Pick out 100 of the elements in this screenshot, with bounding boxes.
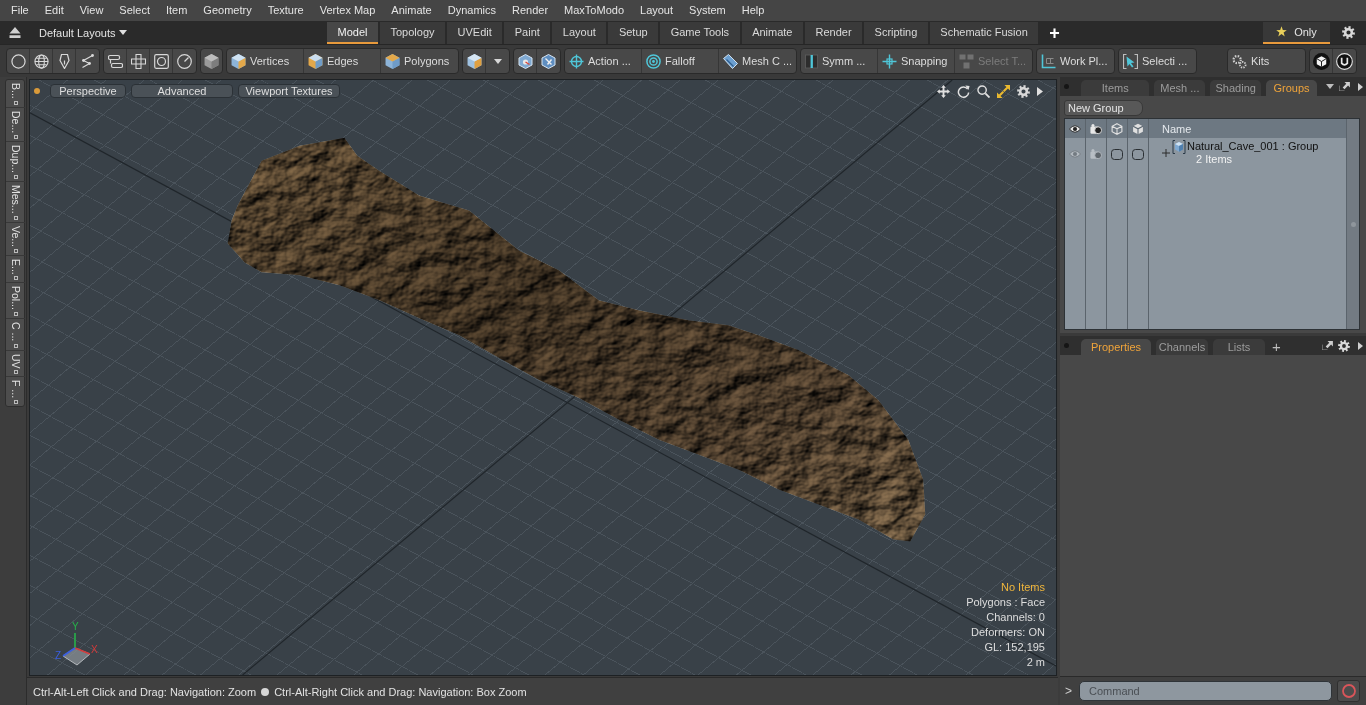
triangle-icon[interactable] [1358,82,1363,91]
triangle-icon[interactable] [1037,86,1043,96]
panel-tab[interactable]: Items [1081,80,1150,96]
layout-tab[interactable]: Game Tools [660,21,740,44]
caret-icon[interactable] [1326,84,1334,89]
command-field[interactable]: Command [1079,681,1332,701]
menu-item[interactable]: Vertex Map [311,0,384,21]
layout-tab[interactable]: Layout [552,21,607,44]
toolbox-tab[interactable]: Mes... [6,181,25,223]
component-mode-button[interactable]: Polygons [381,49,458,73]
scroll-grip-icon[interactable] [1350,221,1356,227]
cube-gizmo-icon [541,53,556,69]
toolbox-tab[interactable]: Pol... [6,283,25,320]
search-icon[interactable] [977,84,990,98]
layouts-dropdown[interactable]: Default Layouts [39,22,128,43]
layout-tab[interactable]: Model [327,21,378,44]
menu-item[interactable]: Dynamics [439,0,504,21]
kits-button[interactable]: Kits [1227,48,1306,74]
expand-icon[interactable] [1339,82,1350,91]
curve-nodes-icon [80,53,95,69]
menu-item[interactable]: File [3,0,37,21]
mode-toggle-button[interactable]: Snapping [878,49,955,73]
menu-item[interactable]: Geometry [195,0,260,21]
add-tab-button[interactable]: + [1272,339,1281,355]
viewport-stat: No Items [1001,580,1045,595]
cube-icon[interactable] [1132,122,1144,135]
menu-item[interactable]: Item [157,0,196,21]
layout-tab[interactable]: Topology [379,21,445,44]
eye-icon[interactable] [1069,122,1081,135]
add-tab-button[interactable]: + [1049,21,1060,44]
tool-button[interactable]: Falloff [642,49,719,73]
toggle-box-icon[interactable] [1132,148,1144,160]
panel-tab[interactable]: Shading [1210,80,1262,96]
rotate-icon[interactable] [957,84,970,98]
scrollbar[interactable] [1346,119,1359,329]
viewport-option-button[interactable]: Viewport Textures [238,84,340,98]
toolbox-tab[interactable]: UV [6,350,25,378]
corner-square-icon [13,343,18,348]
layout-tab[interactable]: Paint [504,21,551,44]
toolbox-tab[interactable]: C ... [6,319,25,351]
record-button[interactable] [1337,680,1360,702]
toolbox-tab[interactable]: E... [6,255,25,284]
toggle-box-icon[interactable] [1111,148,1123,160]
menu-item[interactable]: Help [733,0,773,21]
layout-tab[interactable]: Setup [608,21,659,44]
layout-tab[interactable]: Schematic Fusion [929,21,1039,44]
panel-tab[interactable]: Lists [1213,339,1265,355]
layout-tab[interactable]: Render [805,21,863,44]
tool-button[interactable]: Selecti ... [1118,48,1197,74]
menu-item[interactable]: MaxToModo [556,0,632,21]
panel-tab[interactable]: Properties [1081,339,1151,355]
settings-icon[interactable] [1338,339,1350,352]
panel-tab[interactable]: Mesh ... [1154,80,1206,96]
tool-button[interactable] [1310,49,1333,73]
cube-outline-icon[interactable] [1111,122,1123,135]
camera-icon[interactable] [1090,122,1102,135]
panel-tab[interactable]: Channels [1156,339,1208,355]
component-mode-button[interactable]: Vertices [227,49,304,73]
mode-toggle-button[interactable]: Symm ... [801,49,878,73]
column-header[interactable]: Name [1162,122,1192,135]
settings-icon[interactable] [1342,26,1355,39]
toolbox-tab[interactable]: Dup... [6,141,25,182]
menu-item[interactable]: Select [111,0,158,21]
component-mode-button[interactable]: Edges [304,49,381,73]
menu-item[interactable]: Edit [36,0,72,21]
toolbox-tab[interactable]: B... [6,80,25,108]
viewport-stat: Deformers: ON [971,625,1045,640]
menu-item[interactable]: Render [504,0,557,21]
triangle-icon[interactable] [1358,341,1363,350]
toolbox-tab[interactable]: Ve... [6,222,25,256]
menu-item[interactable]: Layout [632,0,682,21]
tool-button[interactable]: Action ... [565,49,642,73]
layout-tab[interactable]: Animate [741,21,803,44]
eject-icon[interactable] [9,27,21,38]
new-group-button[interactable]: New Group [1064,100,1143,116]
layout-tab[interactable]: Scripting [864,21,928,44]
maximize-icon[interactable] [997,84,1010,98]
tool-button[interactable]: Work Pl... [1036,48,1115,74]
crosshair-icon [569,53,584,69]
toolbox-tab[interactable]: F ... [6,377,25,407]
group-name[interactable]: Natural_Cave_001 : Group [1187,140,1319,153]
panel-tab[interactable]: Groups [1266,80,1317,96]
3d-viewport[interactable]: Perspective Advanced Viewport Textures Y X Z No Items Polygons : Face Channels: 0 Deformers: ON GL: 152,195 2 m [29,79,1057,676]
star-icon [1276,26,1288,37]
viewport-option-button[interactable]: Advanced [131,84,233,98]
tool-button[interactable]: Mesh C ... [719,49,796,73]
expand-icon[interactable] [1322,341,1333,350]
move-icon[interactable] [937,84,950,98]
layout-tab[interactable]: UVEdit [447,21,503,44]
filter-tab[interactable]: Only [1263,21,1330,44]
menu-item[interactable]: Texture [259,0,312,21]
tool-button[interactable] [200,48,223,74]
command-prompt: > [1065,684,1073,698]
round-logo-icon [1336,52,1353,70]
viewport-option-button[interactable]: Perspective [50,84,126,98]
menu-item[interactable]: System [681,0,734,21]
toolbox-tab[interactable]: De... [6,107,25,142]
settings-icon[interactable] [1017,84,1030,98]
menu-item[interactable]: Animate [383,0,440,21]
menu-item[interactable]: View [71,0,112,21]
